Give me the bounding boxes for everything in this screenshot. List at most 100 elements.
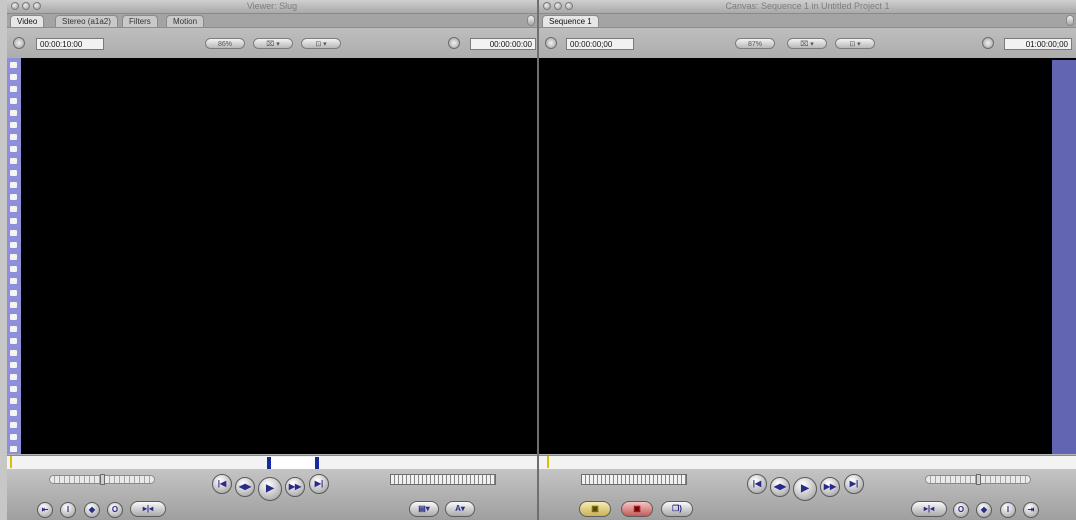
mark-out-icon[interactable]: O <box>107 502 123 518</box>
filmstrip-sprocket <box>10 170 17 176</box>
filmstrip-sprocket <box>10 398 17 404</box>
shuttle-control[interactable] <box>390 474 496 485</box>
current-timecode-field[interactable]: 00:00:00:00 <box>470 38 536 50</box>
overlay-icon[interactable]: ⊡ ▾ <box>835 38 875 49</box>
left-edge <box>0 0 7 520</box>
canvas-titlebar[interactable]: Canvas: Sequence 1 in Untitled Project 1 <box>539 0 1076 14</box>
viewer-video-area[interactable] <box>21 58 537 454</box>
filmstrip-sprocket <box>10 230 17 236</box>
overwrite-edit-icon[interactable]: ▣ <box>621 501 653 517</box>
replace-edit-icon[interactable]: ❐) <box>661 501 693 517</box>
add-marker-icon[interactable]: ◆ <box>84 502 100 518</box>
jog-control[interactable] <box>49 474 155 485</box>
filmstrip-sprocket <box>10 206 17 212</box>
filmstrip-sprocket <box>10 374 17 380</box>
window-resize-knob[interactable] <box>527 15 535 26</box>
filmstrip-sprocket <box>10 410 17 416</box>
filmstrip-sprocket <box>10 182 17 188</box>
filmstrip-sprocket <box>10 326 17 332</box>
window-resize-knob[interactable] <box>1066 15 1074 26</box>
filmstrip-sprocket <box>10 194 17 200</box>
canvas-title: Canvas: Sequence 1 in Untitled Project 1 <box>725 1 890 11</box>
current-timecode-field[interactable]: 01:00:00;00 <box>1004 38 1072 50</box>
tab-filters[interactable]: Filters <box>122 15 158 27</box>
jog-thumb[interactable] <box>100 474 105 485</box>
zoom-popup[interactable]: 87% <box>735 38 775 49</box>
previous-edit-icon[interactable]: |◀ <box>747 474 767 494</box>
slug-filmstrip <box>7 58 21 454</box>
filmstrip-sprocket <box>10 386 17 392</box>
playhead-marker[interactable] <box>10 456 16 468</box>
out-point-marker[interactable] <box>315 457 319 469</box>
duration-timecode-field[interactable]: 00:00:00;00 <box>566 38 634 50</box>
playhead-marker[interactable] <box>547 456 553 468</box>
canvas-tabbar: Sequence 1 <box>539 14 1076 28</box>
previous-edit-icon[interactable]: |◀ <box>212 474 232 494</box>
canvas-transport-area: |◀ ◀▶ ▶ ▶▶ ▶| ▣ ▣ ❐) ▸|◂ O ◆ I ⇥ <box>539 469 1076 520</box>
filmstrip-sprocket <box>10 338 17 344</box>
match-frame-icon[interactable]: ⇤ <box>37 502 53 518</box>
filmstrip-sprocket <box>10 62 17 68</box>
shuttle-control[interactable] <box>581 474 687 485</box>
filmstrip-sprocket <box>10 314 17 320</box>
filmstrip-sprocket <box>10 86 17 92</box>
jog-control[interactable] <box>925 474 1031 485</box>
mark-clip-icon[interactable]: ▸|◂ <box>130 501 166 517</box>
filmstrip-sprocket <box>10 158 17 164</box>
shuttle-dial-icon[interactable] <box>545 37 557 49</box>
canvas-edge-bar <box>1052 60 1076 454</box>
jog-thumb[interactable] <box>976 474 981 485</box>
filmstrip-sprocket <box>10 446 17 452</box>
zoom-popup[interactable]: 86% <box>205 38 245 49</box>
viewer-titlebar[interactable]: Viewer: Slug <box>7 0 537 14</box>
viewer-transport-area: |◀ ◀▶ ▶ ▶▶ ▶| ⇤ I ◆ O ▸|◂ ▤▾ A▾ <box>7 469 537 520</box>
shuttle-dial-icon[interactable] <box>13 37 25 49</box>
add-marker-icon[interactable]: ◆ <box>976 502 992 518</box>
tab-motion[interactable]: Motion <box>166 15 205 27</box>
filmstrip-sprocket <box>10 422 17 428</box>
canvas-scrubber-bar[interactable] <box>539 455 1076 470</box>
viewer-title: Viewer: Slug <box>246 1 298 11</box>
viewer-tabbar: Video Stereo (a1a2) Filters Motion <box>7 14 537 28</box>
filmstrip-sprocket <box>10 362 17 368</box>
play-in-to-out-icon[interactable]: ◀▶ <box>770 477 790 497</box>
overlay-icon[interactable]: ⊡ ▾ <box>301 38 341 49</box>
filmstrip-sprocket <box>10 434 17 440</box>
filmstrip-sprocket <box>10 266 17 272</box>
mark-in-icon[interactable]: I <box>60 502 76 518</box>
duration-timecode-field[interactable]: 00:00:10:00 <box>36 38 104 50</box>
view-options-icon[interactable]: ⌧ ▾ <box>787 38 827 49</box>
tab-video[interactable]: Video <box>10 15 45 27</box>
tab-sequence-1[interactable]: Sequence 1 <box>542 15 599 27</box>
next-edit-icon[interactable]: ▶| <box>844 474 864 494</box>
play-around-icon[interactable]: ▶▶ <box>820 477 840 497</box>
play-icon[interactable]: ▶ <box>793 477 817 501</box>
canvas-window: Canvas: Sequence 1 in Untitled Project 1… <box>539 0 1076 520</box>
filmstrip-sprocket <box>10 290 17 296</box>
filmstrip-sprocket <box>10 146 17 152</box>
generator-icon[interactable]: A▾ <box>445 501 475 517</box>
current-timecode-icon <box>982 37 994 49</box>
mark-out-icon[interactable]: O <box>953 502 969 518</box>
view-options-icon[interactable]: ⌧ ▾ <box>253 38 293 49</box>
play-in-to-out-icon[interactable]: ◀▶ <box>235 477 255 497</box>
canvas-video-area[interactable] <box>539 58 1076 454</box>
viewer-window: Viewer: Slug Video Stereo (a1a2) Filters… <box>7 0 537 520</box>
play-around-icon[interactable]: ▶▶ <box>285 477 305 497</box>
match-frame-icon[interactable]: ⇥ <box>1023 502 1039 518</box>
next-edit-icon[interactable]: ▶| <box>309 474 329 494</box>
filmstrip-sprocket <box>10 218 17 224</box>
recent-clips-icon[interactable]: ▤▾ <box>409 501 439 517</box>
insert-edit-icon[interactable]: ▣ <box>579 501 611 517</box>
play-icon[interactable]: ▶ <box>258 477 282 501</box>
tab-stereo[interactable]: Stereo (a1a2) <box>55 15 118 27</box>
filmstrip-sprocket <box>10 110 17 116</box>
filmstrip-sprocket <box>10 350 17 356</box>
mark-clip-icon[interactable]: ▸|◂ <box>911 501 947 517</box>
filmstrip-sprocket <box>10 254 17 260</box>
viewer-scrubber-bar[interactable] <box>7 455 537 470</box>
mark-in-icon[interactable]: I <box>1000 502 1016 518</box>
filmstrip-sprocket <box>10 302 17 308</box>
filmstrip-sprocket <box>10 134 17 140</box>
viewer-toolbar: 00:00:10:00 86% ⌧ ▾ ⊡ ▾ 00:00:00:00 <box>7 28 537 58</box>
